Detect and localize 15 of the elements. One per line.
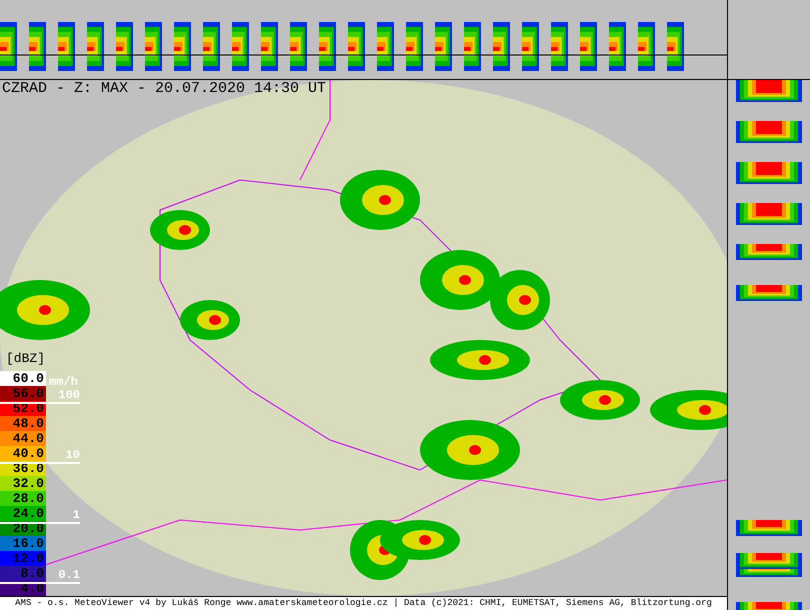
rate-unit: mm/h [49, 375, 78, 389]
legend-swatch: 32.0 [0, 476, 46, 491]
legend-swatch: 40.0 [0, 446, 46, 461]
legend-swatch: 48.0 [0, 416, 46, 431]
map-title: CZRAD - Z: MAX - 20.07.2020 14:30 UT [2, 80, 326, 97]
legend-unit: [dBZ] [5, 351, 46, 368]
legend-swatch: 28.0 [0, 491, 46, 506]
legend-swatch: 24.0 [0, 506, 46, 521]
legend-swatch: 44.0 [0, 431, 46, 446]
legend-swatch: 56.0 [0, 386, 46, 401]
legend-swatch: 12.0 [0, 551, 46, 566]
credits-text: AMS - o.s. MeteoViewer v4 by Lukáš Ronge www.amaterskameteorologie.cz | Data (c)2021: CHMI, EUMETSAT, Siemens AG, Blitzortung.org [0, 596, 728, 610]
legend-swatch: 60.0 [0, 371, 46, 386]
legend-swatch: 16.0 [0, 536, 46, 551]
legend-swatch: 8.0 [0, 566, 46, 581]
